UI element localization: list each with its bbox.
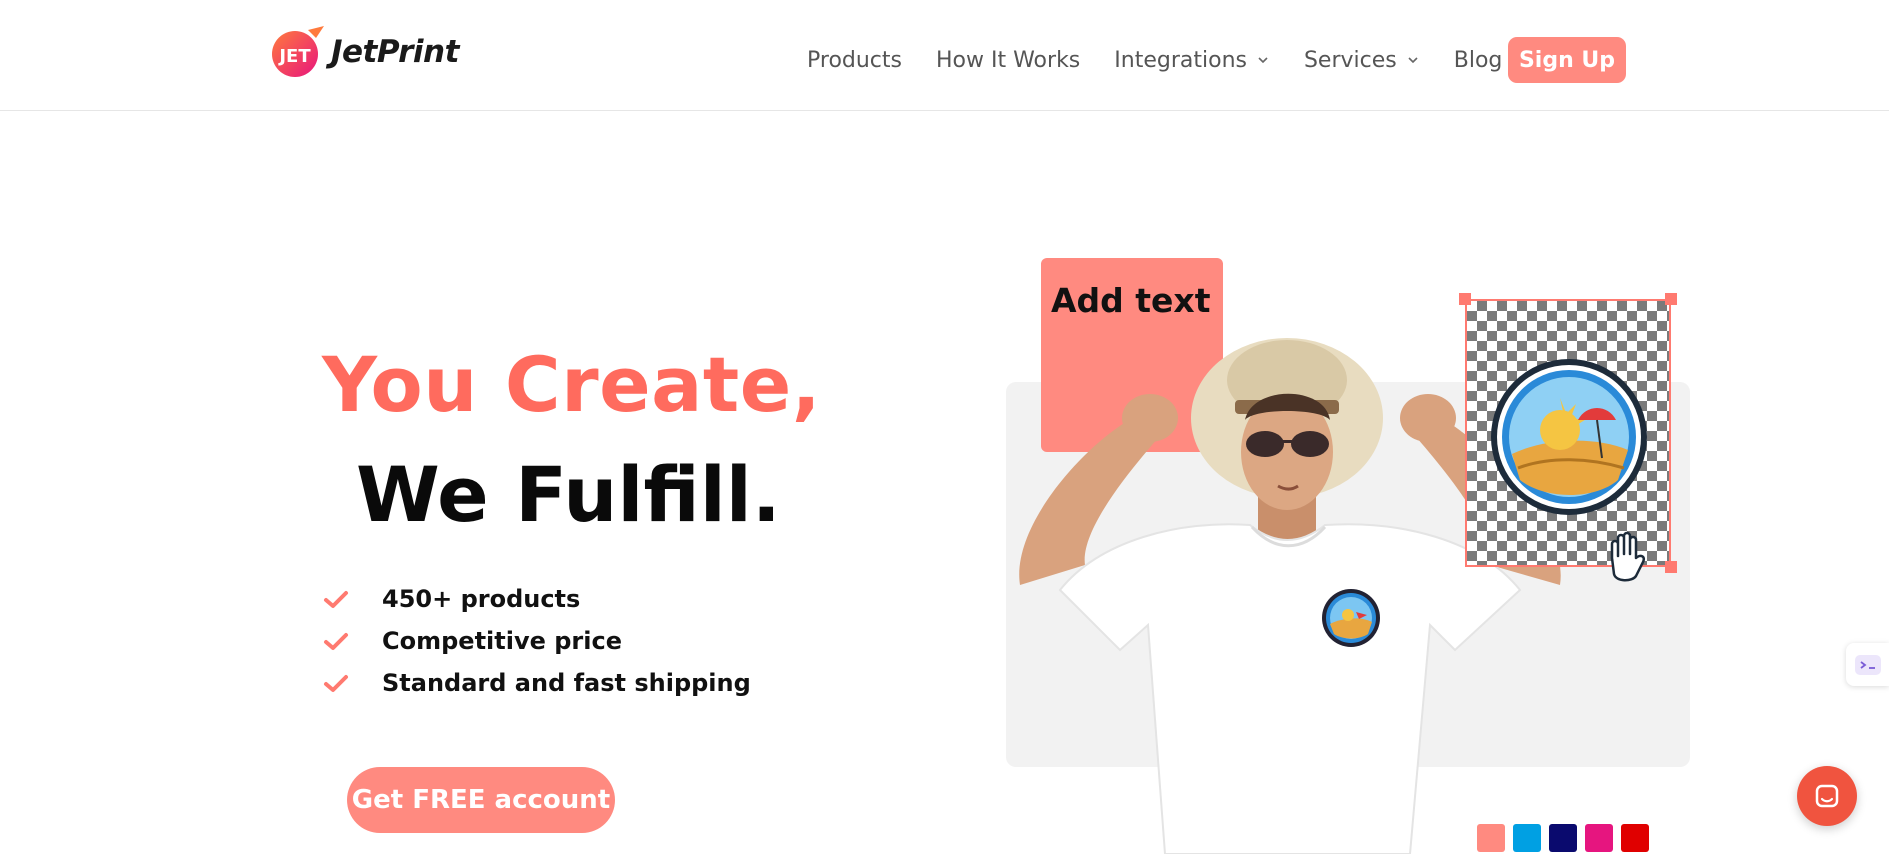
- logo[interactable]: JET JetPrint: [268, 24, 459, 80]
- color-swatch[interactable]: [1585, 824, 1613, 852]
- color-swatch[interactable]: [1621, 824, 1649, 852]
- chevron-down-icon: [1258, 57, 1268, 64]
- nav-label: Blog: [1453, 47, 1503, 73]
- nav-products[interactable]: Products: [807, 48, 902, 73]
- chevron-down-icon: [1408, 57, 1418, 64]
- check-icon: [324, 591, 348, 608]
- nav-integrations[interactable]: Integrations: [1114, 48, 1270, 73]
- site-header: JET JetPrint Products How It Works Integ…: [0, 0, 1889, 111]
- headline-line2: We Fulfill.: [356, 450, 781, 539]
- nav-label: How It Works: [936, 47, 1081, 73]
- resize-handle[interactable]: [1459, 293, 1471, 305]
- nav-services[interactable]: Services: [1304, 48, 1420, 73]
- check-icon: [324, 633, 348, 650]
- chat-icon: [1815, 784, 1839, 808]
- main-nav: Products How It Works Integrations Servi…: [807, 40, 1502, 80]
- jet-logo-icon: JET: [272, 26, 324, 77]
- nav-blog[interactable]: Blog: [1454, 48, 1503, 73]
- color-swatch[interactable]: [1477, 824, 1505, 852]
- nav-label: Integrations: [1114, 47, 1247, 73]
- feature-label: Competitive price: [382, 627, 622, 655]
- chat-launcher-button[interactable]: [1797, 766, 1857, 826]
- get-free-account-button[interactable]: Get FREE account: [347, 767, 615, 833]
- assistant-icon: [1854, 654, 1881, 675]
- check-icon: [324, 675, 348, 692]
- nav-label: Products: [807, 47, 902, 73]
- color-swatch[interactable]: [1549, 824, 1577, 852]
- headline-line1: You Create,: [322, 340, 822, 429]
- nav-how-it-works[interactable]: How It Works: [936, 48, 1080, 73]
- shirt-print-badge-icon: [1322, 589, 1380, 647]
- hand-cursor-icon: [1610, 531, 1645, 582]
- feature-item: Competitive price: [322, 620, 751, 662]
- color-swatches: [1477, 824, 1657, 852]
- side-widget-tab[interactable]: [1846, 643, 1889, 686]
- sign-up-button[interactable]: Sign Up: [1508, 37, 1626, 83]
- add-text-label: Add text: [1051, 281, 1211, 320]
- logo-mark-text: JET: [277, 46, 311, 67]
- feature-item: Standard and fast shipping: [322, 662, 751, 704]
- color-swatch[interactable]: [1513, 824, 1541, 852]
- resize-handle[interactable]: [1665, 561, 1677, 573]
- logo-wordmark: JetPrint: [331, 34, 459, 70]
- nav-label: Services: [1303, 47, 1397, 73]
- feature-list: 450+ products Competitive price Standard…: [322, 578, 751, 704]
- feature-label: Standard and fast shipping: [382, 669, 751, 697]
- resize-handle[interactable]: [1665, 293, 1677, 305]
- feature-label: 450+ products: [382, 585, 581, 613]
- beach-sun-badge-icon: [1491, 359, 1647, 515]
- feature-item: 450+ products: [322, 578, 751, 620]
